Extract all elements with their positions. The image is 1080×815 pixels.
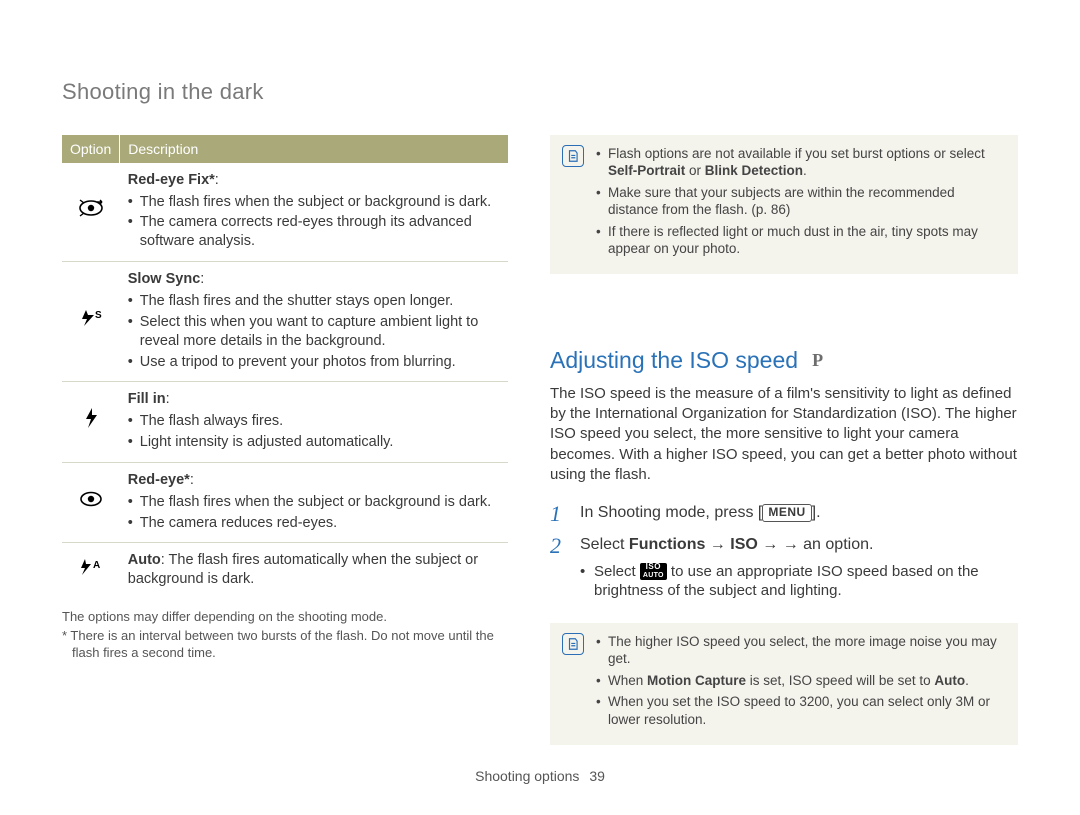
iso-auto-icon: ISOAUTO <box>640 563 667 579</box>
option-bullet: Use a tripod to prevent your photos from… <box>128 353 500 372</box>
note-item: Make sure that your subjects are within … <box>596 184 1006 219</box>
th-description: Description <box>120 135 508 163</box>
right-column: Flash options are not available if you s… <box>550 135 1018 745</box>
footer-section: Shooting options <box>475 768 579 784</box>
left-column: Option Description Red-eye Fix*: <box>62 135 508 745</box>
table-row: S Slow Sync: The flash fires and the shu… <box>62 262 508 382</box>
section-body: The ISO speed is the measure of a film's… <box>550 384 1018 485</box>
option-bullet: The flash fires when the subject or back… <box>128 493 500 512</box>
option-text: : The flash fires automatically when the… <box>128 552 478 587</box>
option-name: Red-eye* <box>128 472 190 488</box>
svg-text:S: S <box>95 310 102 321</box>
note-item: When you set the ISO speed to 3200, you … <box>596 693 1006 728</box>
option-bullet: Select this when you want to capture amb… <box>128 313 500 351</box>
step-sub-item: Select ISOAUTO to use an appropriate ISO… <box>580 562 1018 601</box>
th-option: Option <box>62 135 120 163</box>
note-icon <box>562 145 584 167</box>
step-item: 1 In Shooting mode, press [MENU]. <box>550 503 1018 525</box>
table-row: Fill in: The flash always fires. Light i… <box>62 382 508 463</box>
step-number: 1 <box>550 503 568 525</box>
option-name: Fill in <box>128 391 166 407</box>
footer-page-number: 39 <box>589 768 605 784</box>
note-box-bottom: The higher ISO speed you select, the mor… <box>550 623 1018 745</box>
slow-sync-icon: S <box>78 316 104 332</box>
option-bullet: The flash always fires. <box>128 412 500 431</box>
svg-text:A: A <box>93 560 100 571</box>
flash-options-table: Option Description Red-eye Fix*: <box>62 135 508 600</box>
note-item: If there is reflected light or much dust… <box>596 223 1006 258</box>
option-name: Slow Sync <box>128 271 201 287</box>
redeye-icon <box>79 495 103 511</box>
footnote: * There is an interval between two burst… <box>62 628 508 662</box>
menu-chip: MENU <box>762 504 811 522</box>
mode-badge: P <box>812 349 823 372</box>
note-item: When Motion Capture is set, ISO speed wi… <box>596 672 1006 690</box>
option-bullet: The flash fires and the shutter stays op… <box>128 292 500 311</box>
step-number: 2 <box>550 535 568 601</box>
option-bullet: Light intensity is adjusted automaticall… <box>128 433 500 452</box>
table-row: Red-eye*: The flash fires when the subje… <box>62 462 508 543</box>
steps-list: 1 In Shooting mode, press [MENU]. 2 Sele… <box>550 503 1018 601</box>
note-item: Flash options are not available if you s… <box>596 145 1006 180</box>
option-bullet: The flash fires when the subject or back… <box>128 193 500 212</box>
fill-in-icon <box>82 417 100 433</box>
option-name: Red-eye Fix* <box>128 172 215 188</box>
footnotes: The options may differ depending on the … <box>62 609 508 662</box>
step-item: 2 Select Functions → ISO → → an option. … <box>550 535 1018 601</box>
option-name: Auto <box>128 552 161 568</box>
footnote: The options may differ depending on the … <box>62 609 508 626</box>
note-box-top: Flash options are not available if you s… <box>550 135 1018 274</box>
auto-flash-icon: A <box>77 565 105 581</box>
note-item: The higher ISO speed you select, the mor… <box>596 633 1006 668</box>
page-footer: Shooting options 39 <box>0 767 1080 785</box>
option-bullet: The camera corrects red-eyes through its… <box>128 213 500 251</box>
option-bullet: The camera reduces red-eyes. <box>128 514 500 533</box>
note-icon <box>562 633 584 655</box>
redeye-fix-icon <box>78 205 104 221</box>
page-header: Shooting in the dark <box>62 78 1018 107</box>
table-row: Red-eye Fix*: The flash fires when the s… <box>62 163 508 262</box>
section-heading: Adjusting the ISO speed P <box>550 346 1018 376</box>
table-row: A Auto: The flash fires automatically wh… <box>62 543 508 599</box>
